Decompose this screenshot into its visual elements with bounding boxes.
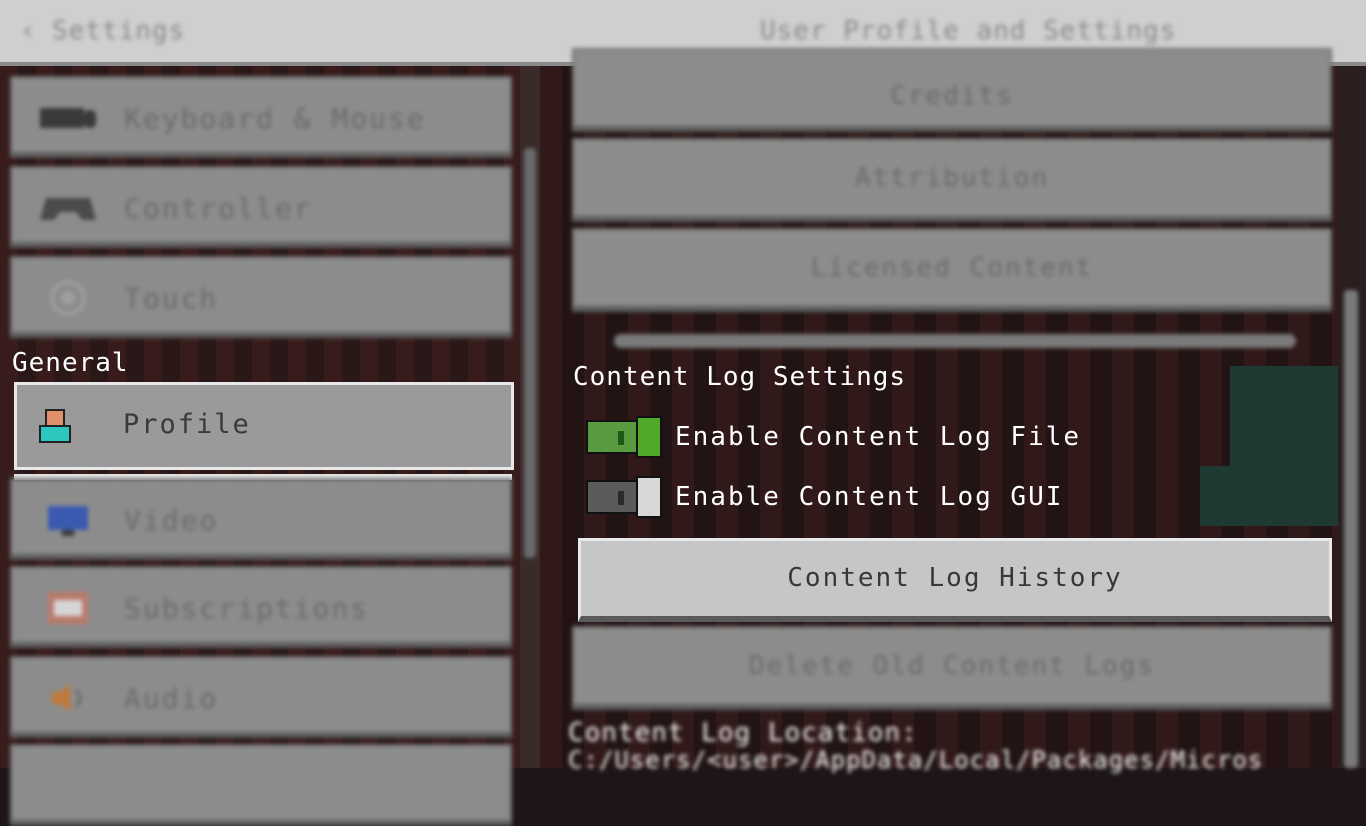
toggle-knob <box>636 416 662 458</box>
sidebar-item-touch[interactable]: Touch <box>10 256 512 338</box>
content-log-settings-title: Content Log Settings <box>573 362 907 392</box>
monitor-icon <box>48 506 88 536</box>
sidebar-item-profile[interactable]: Profile <box>14 382 514 470</box>
page-title: User Profile and Settings <box>760 16 1177 46</box>
sidebar-item-subscriptions[interactable]: Subscriptions <box>10 566 512 648</box>
section-divider <box>614 334 1296 348</box>
sidebar-item-label: Subscriptions <box>124 592 370 625</box>
toggle-on-mark <box>618 431 624 445</box>
credits-button[interactable]: Credits <box>572 48 1332 132</box>
keyboard-icon <box>40 108 96 128</box>
content-log-gui-label: Enable Content Log GUI <box>675 482 1064 512</box>
sidebar-scroll-thumb[interactable] <box>524 148 536 558</box>
content-log-file-toggle[interactable] <box>586 416 662 458</box>
back-button[interactable]: Settings <box>52 16 185 46</box>
section-header-general: General <box>12 348 129 378</box>
content-log-gui-toggle[interactable] <box>586 476 662 518</box>
back-arrow-icon[interactable]: ‹ <box>20 16 36 46</box>
content-log-location-label: Content Log Location: <box>568 718 918 748</box>
sidebar-item-audio[interactable]: Audio <box>10 656 512 738</box>
sidebar-item-label: Keyboard & Mouse <box>124 102 426 135</box>
sidebar-item-label: Controller <box>124 192 313 225</box>
subscriptions-icon <box>48 592 88 624</box>
touch-icon <box>50 280 86 316</box>
toggle-off-mark <box>618 491 624 505</box>
sidebar-item-controller[interactable]: Controller <box>10 166 512 248</box>
content-scroll-thumb[interactable] <box>1344 290 1358 768</box>
speaker-icon <box>52 684 82 712</box>
content-log-file-label: Enable Content Log File <box>675 422 1082 452</box>
sidebar-item-partial[interactable] <box>10 744 512 826</box>
content-log-location-path: C:/Users/<user>/AppData/Local/Packages/M… <box>568 746 1264 774</box>
delete-old-content-logs-button[interactable]: Delete Old Content Logs <box>572 626 1332 710</box>
attribution-button[interactable]: Attribution <box>572 138 1332 222</box>
sidebar-item-keyboard-mouse[interactable]: Keyboard & Mouse <box>10 76 512 158</box>
sidebar-item-label: Video <box>124 504 219 537</box>
controller-icon <box>40 198 96 220</box>
sidebar-item-label: Audio <box>124 682 219 715</box>
sidebar-item-video[interactable]: Video <box>10 478 512 560</box>
toggle-knob <box>636 476 662 518</box>
background-block <box>1200 466 1340 526</box>
licensed-content-button[interactable]: Licensed Content <box>572 228 1332 312</box>
sidebar-item-label: Profile <box>123 409 251 440</box>
content-log-history-button[interactable]: Content Log History <box>578 538 1332 622</box>
sidebar-item-label: Touch <box>124 282 219 315</box>
